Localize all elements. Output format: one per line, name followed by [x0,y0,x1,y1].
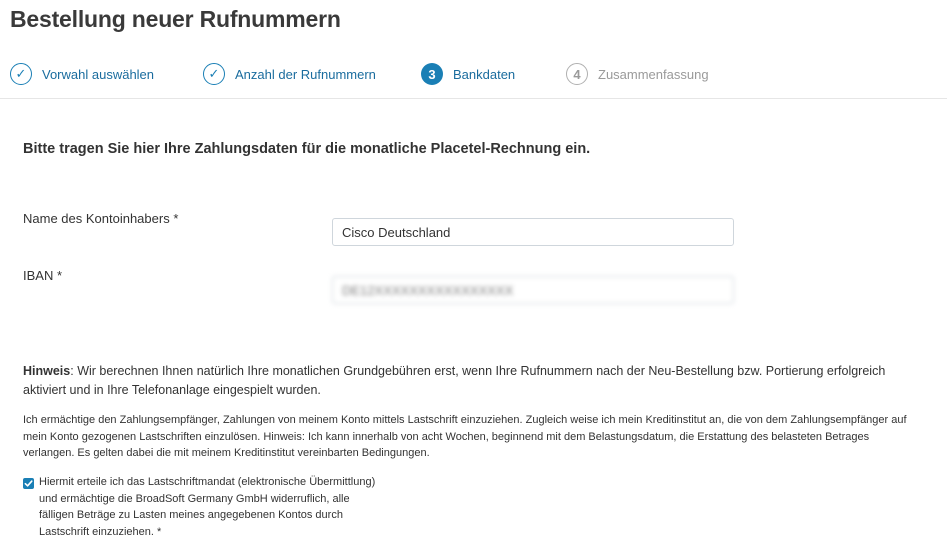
step-2-checkmark-icon: ✓ [203,63,225,85]
step-zusammenfassung: 4 Zusammenfassung [566,61,709,87]
notice-label: Hinweis [23,364,71,378]
payment-intro-text: Bitte tragen Sie hier Ihre Zahlungsdaten… [23,141,591,157]
step-anzahl[interactable]: ✓ Anzahl der Rufnummern [203,61,376,87]
account-holder-input[interactable] [332,218,734,246]
step-vorwahl[interactable]: ✓ Vorwahl auswählen [10,61,154,87]
step-2-label: Anzahl der Rufnummern [235,66,376,82]
step-1-checkmark-icon: ✓ [10,63,32,85]
step-bankdaten: 3 Bankdaten [421,61,515,87]
mandate-consent-label: Hiermit erteile ich das Lastschriftmanda… [39,476,376,538]
iban-input[interactable] [332,276,734,304]
mandate-consent-row: Hiermit erteile ich das Lastschriftmanda… [23,474,379,540]
order-progress-steps: ✓ Vorwahl auswählen ✓ Anzahl der Rufnumm… [0,58,947,99]
step-1-label: Vorwahl auswählen [42,66,155,82]
page-title: Bestellung neuer Rufnummern [10,6,341,32]
step-3-number: 3 [421,63,443,85]
checkbox-check-icon [24,480,33,487]
step-4-number: 4 [566,63,588,85]
iban-label: IBAN * [23,268,63,283]
step-3-label: Bankdaten [453,66,516,82]
billing-notice: Hinweis: Wir berechnen Ihnen natürlich I… [23,362,913,400]
direct-debit-mandate-text: Ich ermächtige den Zahlungsempfänger, Za… [23,414,907,459]
step-4-label: Zusammenfassung [598,66,709,82]
mandate-consent-checkbox[interactable] [23,478,34,489]
notice-text: : Wir berechnen Ihnen natürlich Ihre mon… [23,364,886,397]
account-holder-label: Name des Kontoinhabers * [23,211,179,226]
